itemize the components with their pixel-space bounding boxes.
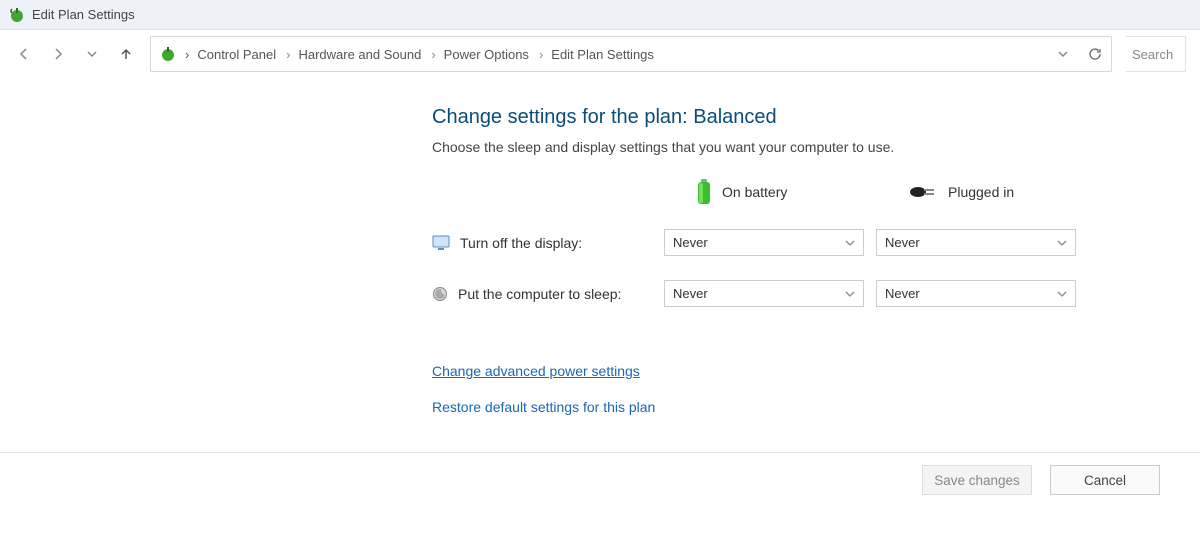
title-bar: Edit Plan Settings <box>0 0 1200 30</box>
button-label: Cancel <box>1084 473 1126 488</box>
links-section: Change advanced power settings Restore d… <box>432 363 1200 415</box>
breadcrumb-label: Power Options <box>444 47 529 62</box>
advanced-settings-link[interactable]: Change advanced power settings <box>432 363 1200 379</box>
row-text: Put the computer to sleep: <box>458 286 621 302</box>
power-options-icon <box>159 45 177 63</box>
page-title: Change settings for the plan: Balanced <box>432 106 1200 129</box>
recent-dropdown-button[interactable] <box>82 44 102 64</box>
settings-grid: On battery Plugged in Turn off the displ… <box>432 179 1200 307</box>
sleep-battery-dropdown[interactable]: Never <box>664 280 864 307</box>
sleep-plugged-dropdown[interactable]: Never <box>876 280 1076 307</box>
breadcrumb-item[interactable]: Power Options › <box>444 47 544 62</box>
dropdown-value: Never <box>673 286 708 301</box>
window-title: Edit Plan Settings <box>32 7 135 22</box>
up-button[interactable] <box>116 44 136 64</box>
page-description: Choose the sleep and display settings th… <box>432 139 1200 155</box>
breadcrumb-label: Edit Plan Settings <box>551 47 654 62</box>
main-content: Change settings for the plan: Balanced C… <box>0 78 1200 415</box>
dropdown-value: Never <box>673 235 708 250</box>
chevron-right-icon: › <box>286 47 290 62</box>
chevron-right-icon: › <box>431 47 435 62</box>
cancel-button[interactable]: Cancel <box>1050 465 1160 495</box>
moon-icon <box>432 286 448 302</box>
search-placeholder: Search <box>1132 47 1173 62</box>
column-header-battery: On battery <box>664 179 864 205</box>
display-plugged-dropdown[interactable]: Never <box>876 229 1076 256</box>
address-bar[interactable]: › Control Panel › Hardware and Sound › P… <box>150 36 1112 72</box>
display-battery-dropdown[interactable]: Never <box>664 229 864 256</box>
power-options-icon <box>8 6 26 24</box>
row-label-sleep: Put the computer to sleep: <box>432 286 652 302</box>
button-label: Save changes <box>934 473 1020 488</box>
breadcrumb-label: Hardware and Sound <box>298 47 421 62</box>
history-dropdown-button[interactable] <box>1057 48 1069 60</box>
breadcrumb-item[interactable]: Hardware and Sound › <box>298 47 435 62</box>
row-label-display: Turn off the display: <box>432 235 652 251</box>
dropdown-value: Never <box>885 286 920 301</box>
column-label: On battery <box>722 184 787 200</box>
plug-icon <box>908 183 938 201</box>
nav-toolbar: › Control Panel › Hardware and Sound › P… <box>0 30 1200 78</box>
chevron-down-icon <box>1057 238 1067 248</box>
save-button[interactable]: Save changes <box>922 465 1032 495</box>
chevron-right-icon: › <box>539 47 543 62</box>
column-label: Plugged in <box>948 184 1014 200</box>
row-text: Turn off the display: <box>460 235 582 251</box>
search-input[interactable]: Search <box>1126 36 1186 72</box>
chevron-down-icon <box>845 238 855 248</box>
breadcrumb-item[interactable]: Edit Plan Settings <box>551 47 654 62</box>
column-header-plugged: Plugged in <box>876 183 1076 201</box>
refresh-button[interactable] <box>1087 46 1103 62</box>
chevron-down-icon <box>1057 289 1067 299</box>
back-button[interactable] <box>14 44 34 64</box>
monitor-icon <box>432 235 450 251</box>
forward-button[interactable] <box>48 44 68 64</box>
footer-buttons: Save changes Cancel <box>0 452 1200 495</box>
chevron-down-icon <box>845 289 855 299</box>
breadcrumb-item[interactable]: Control Panel › <box>197 47 290 62</box>
breadcrumb-label: Control Panel <box>197 47 276 62</box>
dropdown-value: Never <box>885 235 920 250</box>
chevron-right-icon: › <box>185 47 189 62</box>
restore-defaults-link[interactable]: Restore default settings for this plan <box>432 399 1200 415</box>
battery-icon <box>696 179 712 205</box>
